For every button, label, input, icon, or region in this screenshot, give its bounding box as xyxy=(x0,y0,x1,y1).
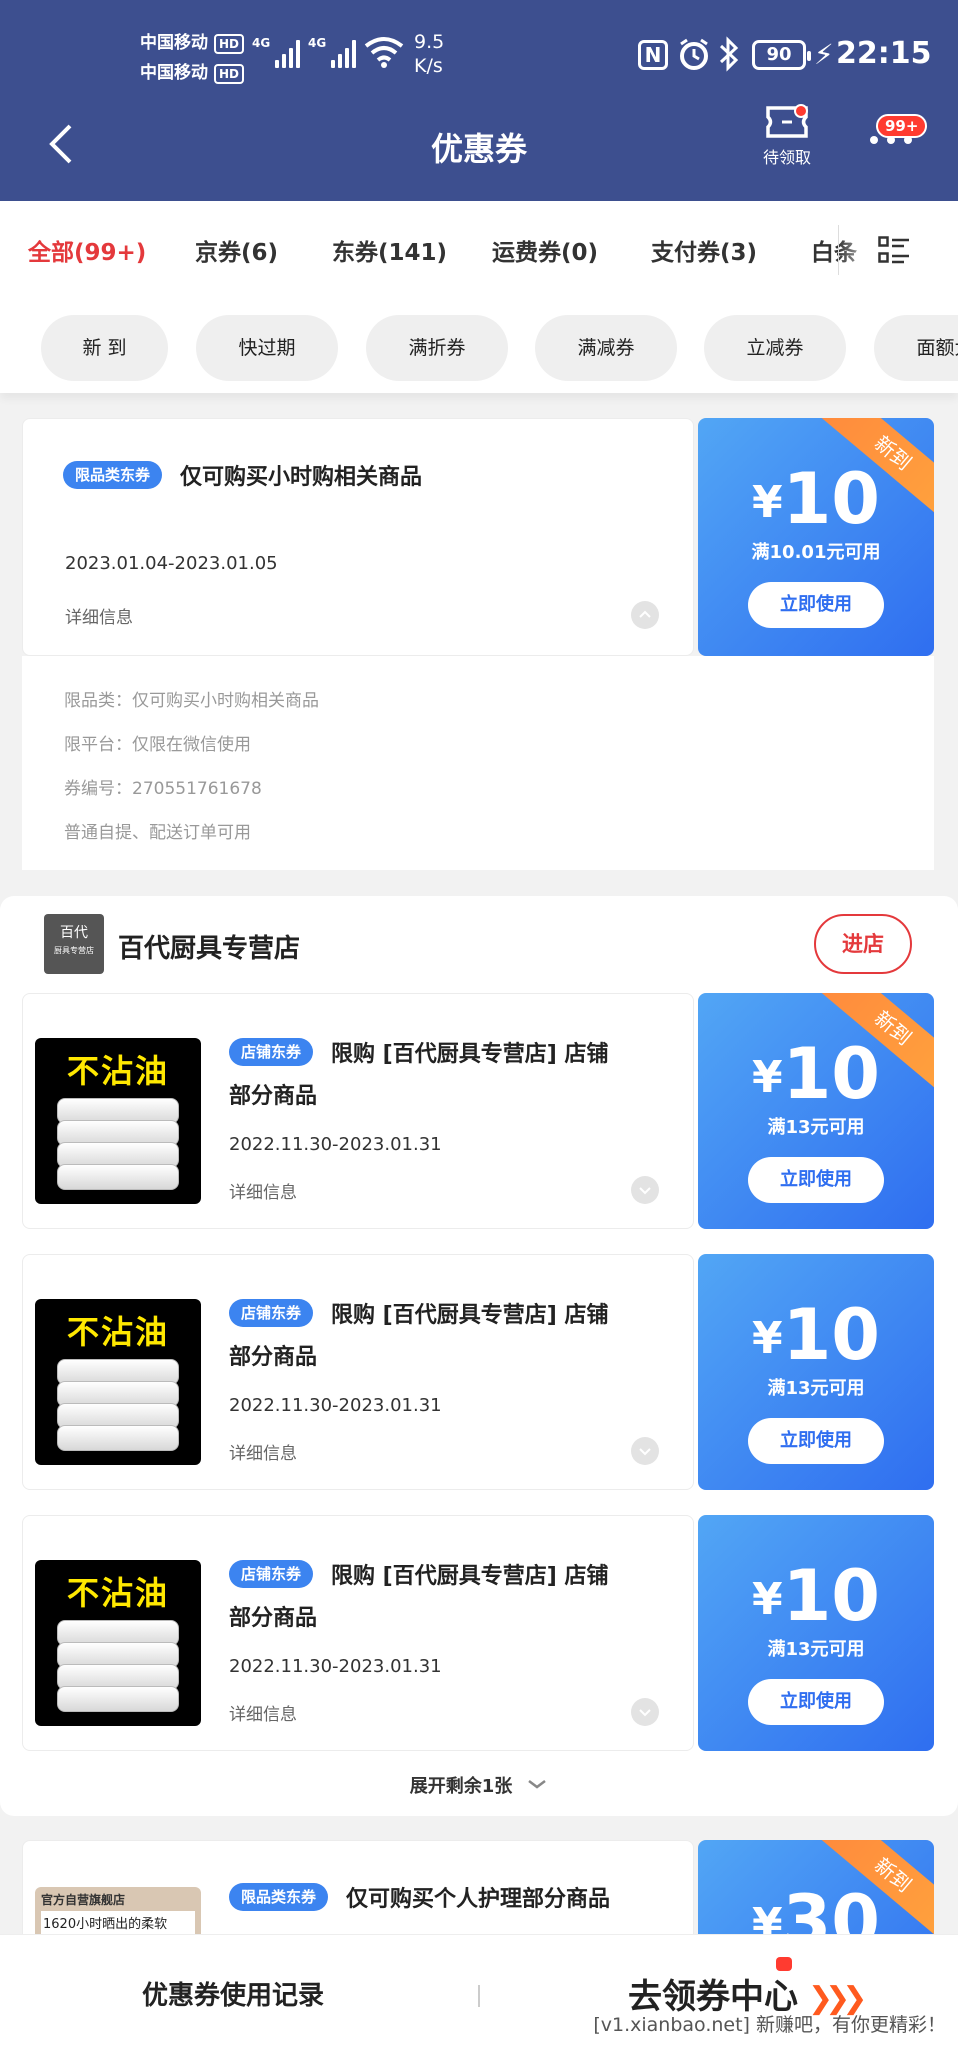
tab-shipping[interactable]: 运费券(0) xyxy=(492,233,598,267)
coupon-value-panel: ¥10 满13元可用 立即使用 xyxy=(698,1254,934,1490)
product-thumbnail[interactable]: 不沾油 xyxy=(35,1038,201,1204)
detail-info-toggle[interactable]: 详细信息 xyxy=(229,1439,297,1464)
expand-remaining-button[interactable]: 展开剩余1张 xyxy=(0,1772,958,1798)
detail-info-toggle[interactable]: 详细信息 xyxy=(65,603,133,628)
header-bar: 中国移动 HD 中国移动 HD 4G 4G 9.5 K/s N 90 ⚡ 22:15 … xyxy=(0,0,958,201)
alarm-icon xyxy=(680,38,708,70)
clock: 22:15 xyxy=(836,36,932,71)
use-now-button[interactable]: 立即使用 xyxy=(748,1157,884,1203)
chevron-up-icon[interactable] xyxy=(631,601,659,629)
coupon-condition: 满10.01元可用 xyxy=(751,542,881,563)
net-speed: 9.5 K/s xyxy=(414,31,445,77)
shop-coupon-card: 不沾油 店铺东券 限购 [百代厨具专营店] 店铺 部分商品 2022.11.30-2… xyxy=(22,1515,694,1751)
coupon-title: 限品类东券 仅可购买个人护理部分商品 xyxy=(229,1879,610,1921)
coupon-date: 2022.11.30-2023.01.31 xyxy=(229,1656,442,1677)
more-menu-button[interactable]: 99+ xyxy=(864,112,928,162)
coupon-title: 店铺东券 限购 [百代厨具专营店] 店铺 部分商品 xyxy=(229,1556,608,1640)
signal-2-icon: 4G xyxy=(308,36,357,68)
detail-info-toggle[interactable]: 详细信息 xyxy=(229,1178,297,1203)
tab-all[interactable]: 全部(99+) xyxy=(28,233,146,267)
coupon-title: 店铺东券 限购 [百代厨具专营店] 店铺 部分商品 xyxy=(229,1034,608,1118)
tab-jing[interactable]: 京券(6) xyxy=(195,233,278,267)
coupon-details: 限品类：仅可购买小时购相关商品 限平台：仅限在微信使用 券编号：27055176… xyxy=(22,656,934,870)
chevron-down-icon xyxy=(528,1780,547,1789)
chevron-down-icon[interactable] xyxy=(631,1698,659,1726)
filter-instant-reduction[interactable]: 立减券 xyxy=(704,315,846,381)
filter-face-value[interactable]: 面额大 xyxy=(874,315,958,381)
wifi-icon xyxy=(364,37,404,68)
coupon-date: 2023.01.04-2023.01.05 xyxy=(65,553,278,574)
shop-logo: 百代 厨具专营店 xyxy=(44,914,104,974)
coupon-tag: 限品类东券 xyxy=(63,461,163,489)
coupon-value-panel: ¥10 满13元可用 立即使用 xyxy=(698,1515,934,1751)
carrier-2: 中国移动 HD xyxy=(140,58,245,84)
shop-coupon-card: 不沾油 店铺东券 限购 [百代厨具专营店] 店铺 部分商品 2022.11.30-2… xyxy=(22,1254,694,1490)
use-now-button[interactable]: 立即使用 xyxy=(748,1418,884,1464)
shop-name[interactable]: 百代厨具专营店 xyxy=(118,928,300,965)
usage-record-link[interactable]: 优惠券使用记录 xyxy=(142,1975,324,2012)
pending-coupons-button[interactable]: 待领取 xyxy=(752,104,822,168)
tab-dong[interactable]: 东券(141) xyxy=(332,233,447,267)
battery-icon: 90 xyxy=(752,40,811,70)
list-view-icon[interactable] xyxy=(878,236,910,264)
filter-expiring[interactable]: 快过期 xyxy=(196,315,338,381)
coupon-title: 限品类东券 仅可购买小时购相关商品 xyxy=(63,457,422,499)
coupon-card: 限品类东券 仅可购买小时购相关商品 2023.01.04-2023.01.05 详… xyxy=(22,418,934,872)
use-now-button[interactable]: 立即使用 xyxy=(748,1679,884,1725)
chevron-down-icon[interactable] xyxy=(631,1176,659,1204)
signal-1-icon: 4G xyxy=(252,36,301,68)
shop-coupon-card: 不沾油 店铺东券 限购 [百代厨具专营店] 店铺 部分商品 2022.11.30-2… xyxy=(22,993,694,1229)
gift-badge-icon xyxy=(776,1957,792,1971)
nfc-icon: N xyxy=(638,40,668,70)
watermark: [v1.xianbao.net] 新赚吧，有你更精彩！ xyxy=(593,2014,946,2036)
tab-payment[interactable]: 支付券(3) xyxy=(651,233,757,267)
coupon-amount: ¥10 xyxy=(751,458,881,540)
notification-dot xyxy=(794,104,808,118)
charging-icon: ⚡ xyxy=(814,38,834,71)
carrier-1: 中国移动 HD xyxy=(140,28,245,54)
status-bar: 中国移动 HD 中国移动 HD 4G 4G 9.5 K/s N 90 ⚡ 22:15 xyxy=(0,0,958,110)
category-tabs: 全部(99+) 京券(6) 东券(141) 运费券(0) 支付券(3) 白条 xyxy=(0,201,958,297)
filter-new[interactable]: 新 到 xyxy=(41,315,168,381)
detail-info-toggle[interactable]: 详细信息 xyxy=(229,1700,297,1725)
message-badge: 99+ xyxy=(876,114,928,138)
coupon-title: 店铺东券 限购 [百代厨具专营店] 店铺 部分商品 xyxy=(229,1295,608,1379)
chevron-down-icon[interactable] xyxy=(631,1437,659,1465)
product-thumbnail[interactable]: 不沾油 xyxy=(35,1560,201,1726)
coupon-date: 2022.11.30-2023.01.31 xyxy=(229,1134,442,1155)
coupon-value-panel: 新到 ¥10 满13元可用 立即使用 xyxy=(698,993,934,1229)
product-thumbnail[interactable]: 不沾油 xyxy=(35,1299,201,1465)
coupon-date: 2022.11.30-2023.01.31 xyxy=(229,1395,442,1416)
filter-chips: 新 到 快过期 满折券 满减券 立减券 面额大 xyxy=(0,297,958,393)
use-now-button[interactable]: 立即使用 xyxy=(748,582,884,628)
coupon-value-panel: 新到 ¥10 满10.01元可用 立即使用 xyxy=(698,418,934,656)
bluetooth-icon xyxy=(719,36,739,72)
filter-full-reduction[interactable]: 满减券 xyxy=(535,315,677,381)
filter-discount[interactable]: 满折券 xyxy=(366,315,508,381)
enter-store-button[interactable]: 进店 xyxy=(814,914,912,974)
